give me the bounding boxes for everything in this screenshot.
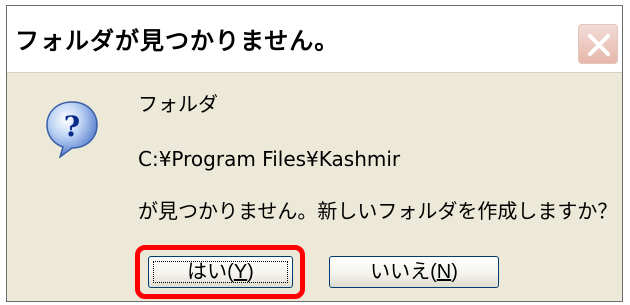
no-label-suffix: ) [451, 260, 458, 283]
dialog-title: フォルダが見つかりません。 [15, 27, 340, 55]
no-accelerator: N [436, 260, 452, 283]
message-line-folder: フォルダ [138, 92, 218, 116]
close-icon [588, 34, 610, 56]
no-label-prefix: いいえ( [370, 260, 437, 283]
close-button[interactable] [578, 24, 618, 64]
folder-not-found-dialog: フォルダが見つかりません。 ? フォルダ C:¥Program Files¥Ka… [6, 5, 623, 302]
yes-button-highlight [135, 245, 305, 299]
question-icon: ? [46, 101, 98, 158]
message-folder-path: C:¥Program Files¥Kashmir [138, 147, 401, 171]
message-question: が見つかりません。新しいフォルダを作成しますか？ [138, 199, 618, 223]
no-button[interactable]: いいえ(N) [329, 256, 499, 288]
dialog-body: ? フォルダ C:¥Program Files¥Kashmir が見つかりません… [7, 72, 622, 301]
svg-text:?: ? [64, 110, 80, 143]
title-bar[interactable]: フォルダが見つかりません。 [7, 6, 622, 72]
